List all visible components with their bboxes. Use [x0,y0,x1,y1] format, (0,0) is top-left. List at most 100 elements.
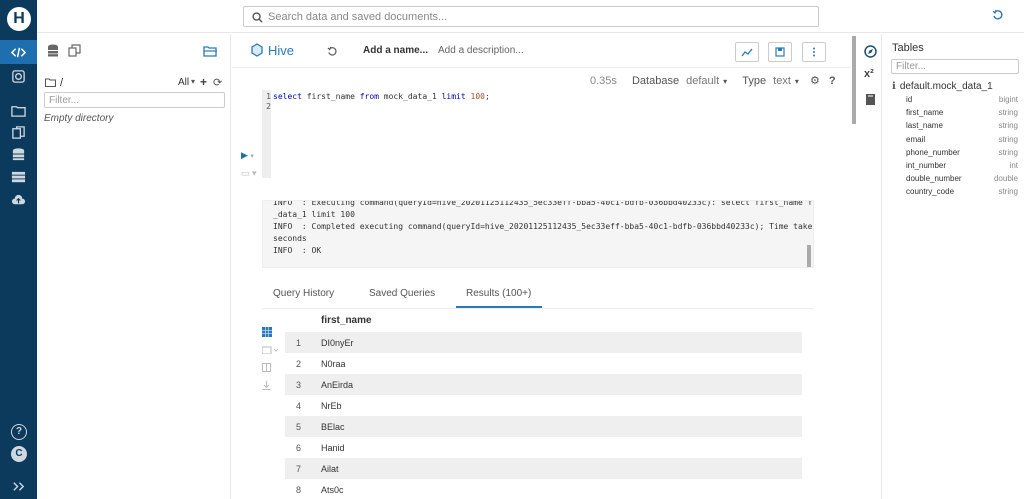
history-icon[interactable] [327,46,338,57]
refresh-icon[interactable]: ⟳ [213,76,222,89]
column-name: double_number [906,174,962,184]
columns-icon[interactable] [262,363,271,372]
column-item[interactable]: double_number double [906,174,1018,183]
column-item[interactable]: last_name string [906,121,1018,130]
add-icon[interactable]: + [200,75,207,89]
tab-query-history[interactable]: Query History [273,288,334,299]
documents-icon[interactable] [0,120,37,144]
column-header[interactable]: first_name [321,315,372,326]
code-editor[interactable]: 1 2 select first_name from mock_data_1 l… [262,90,814,178]
column-item[interactable]: id bigint [906,95,1018,104]
column-item[interactable]: phone_number string [906,148,1018,157]
table-row[interactable]: 2 N0raa [285,353,802,374]
database-icon[interactable] [0,142,37,166]
row-index: 2 [296,359,302,369]
file-browser-panel: / All ▾ + ⟳ Filter... Empty directory [37,34,231,499]
folder-icon[interactable] [0,98,37,122]
chart-button[interactable] [735,42,759,62]
chart-icon[interactable] [262,346,278,354]
functions-icon[interactable]: x² [864,68,874,80]
table-row[interactable]: 1 DI0nyEr [285,332,802,353]
help-icon[interactable]: ? [829,75,836,87]
code-text: ; [484,92,490,101]
column-name: country_code [906,187,955,197]
table-row[interactable]: 8 Ats0c [285,479,802,499]
table-entry[interactable]: ℹ default.mock_data_1 [892,81,993,92]
hue-logo[interactable]: H [7,7,31,31]
cell-first-name: Ats0c [321,485,344,495]
execution-time: 0.35s [590,75,617,87]
save-button[interactable] [768,42,792,62]
book-icon[interactable] [864,93,877,106]
compass-icon[interactable] [864,45,877,58]
download-icon[interactable] [262,381,271,390]
column-type: string [998,134,1018,144]
gear-icon[interactable]: ⚙ [810,75,820,87]
snippet-icon[interactable]: ▭ ▾ [241,168,257,179]
keyword: select [273,92,302,101]
editor-header: Hive Add a name... Add a description... [232,34,852,68]
query-name-input[interactable]: Add a name... [363,45,428,56]
column-name: first_name [906,108,944,118]
camera-icon[interactable] [0,64,37,88]
column-type: double [993,174,1018,184]
cell-first-name: Ailat [321,464,339,474]
file-filter-input[interactable]: Filter... [44,92,225,108]
top-bar: Search data and saved documents... [37,0,1024,33]
expand-icon[interactable] [0,474,37,498]
column-name: last_name [906,121,943,131]
cell-first-name: DI0nyEr [321,338,354,348]
result-tabs: Query History Saved Queries Results (100… [262,283,814,309]
column-type: string [998,108,1018,118]
tab-results[interactable]: Results (100+) [456,288,543,308]
help-icon[interactable]: ? [11,424,27,440]
tables-assist-panel: Tables Filter... ℹ default.mock_data_1 id… [883,34,1024,499]
code-icon[interactable] [0,40,37,64]
line-number: 1 [266,92,271,101]
database-select[interactable]: default [686,75,719,87]
hive-icon [251,43,263,57]
save-icon [775,47,785,57]
grid-icon[interactable] [262,327,272,337]
column-type: string [998,147,1018,157]
column-item[interactable]: country_code string [906,187,1018,196]
run-button[interactable]: ▶ ▾ [241,150,254,161]
table-row[interactable]: 4 NrEb [285,395,802,416]
table-header: first_name [285,309,802,332]
assist-title: Tables [892,42,924,54]
scrollbar-thumb[interactable] [852,36,856,124]
database-icon[interactable] [47,44,59,57]
user-avatar[interactable]: C [11,446,27,462]
table-icon[interactable] [0,165,37,189]
search-input[interactable]: Search data and saved documents... [243,6,819,27]
log-line: INFO : OK [273,246,322,255]
editor-scrollbar[interactable] [851,34,857,499]
tables-filter-input[interactable]: Filter... [891,59,1019,74]
column-item[interactable]: email string [906,135,1018,144]
column-item[interactable]: first_name string [906,108,1018,117]
table-name[interactable]: default.mock_data_1 [900,81,993,92]
table-row[interactable]: 6 Hanid [285,437,802,458]
query-log: INFO : Executing command(queryId=hive_20… [262,200,814,268]
column-item[interactable]: int_number int [906,161,1018,170]
type-select[interactable]: text [773,75,791,87]
column-name: int_number [906,161,947,170]
documents-icon[interactable] [68,44,81,57]
query-description-input[interactable]: Add a description... [438,45,524,56]
current-path[interactable]: / [60,77,63,89]
engine-title[interactable]: Hive [268,43,294,58]
history-icon[interactable] [992,9,1004,21]
chevron-down-icon: ▾ [723,77,728,86]
log-scrollbar[interactable] [807,245,811,267]
open-folder-icon[interactable] [203,44,218,57]
upload-icon[interactable] [0,188,37,212]
code-text: mock_data_1 [378,92,442,101]
table-row[interactable]: 5 BElac [285,416,802,437]
table-row[interactable]: 3 AnEirda [285,374,802,395]
query-text[interactable]: select first_name from mock_data_1 limit… [273,92,490,102]
table-row[interactable]: 7 Ailat [285,458,802,479]
more-options-button[interactable] [802,42,826,62]
info-icon[interactable]: ℹ [892,81,896,92]
filter-dropdown[interactable]: All [178,77,189,88]
tab-saved-queries[interactable]: Saved Queries [369,288,435,299]
